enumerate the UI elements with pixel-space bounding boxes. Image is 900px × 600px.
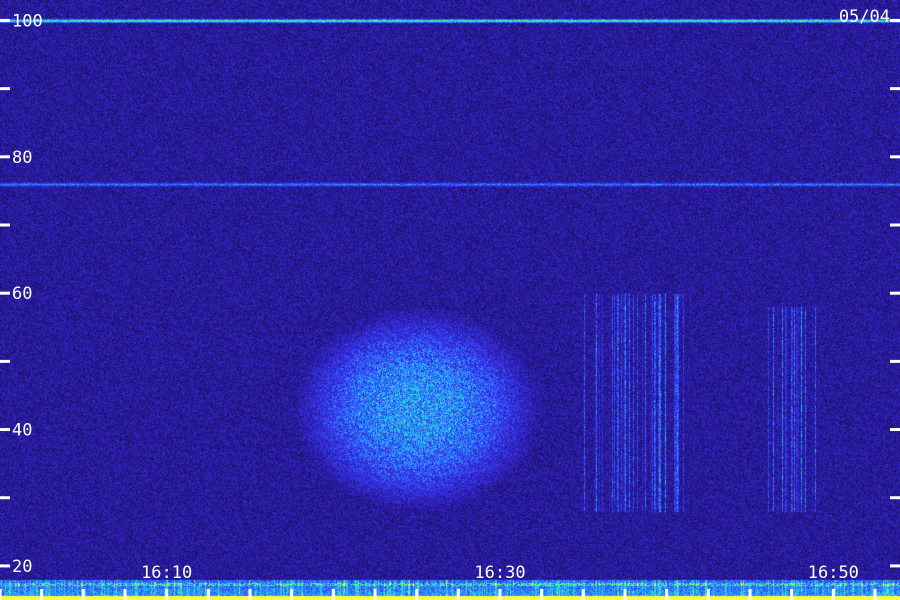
spectrogram-image: [0, 0, 900, 600]
